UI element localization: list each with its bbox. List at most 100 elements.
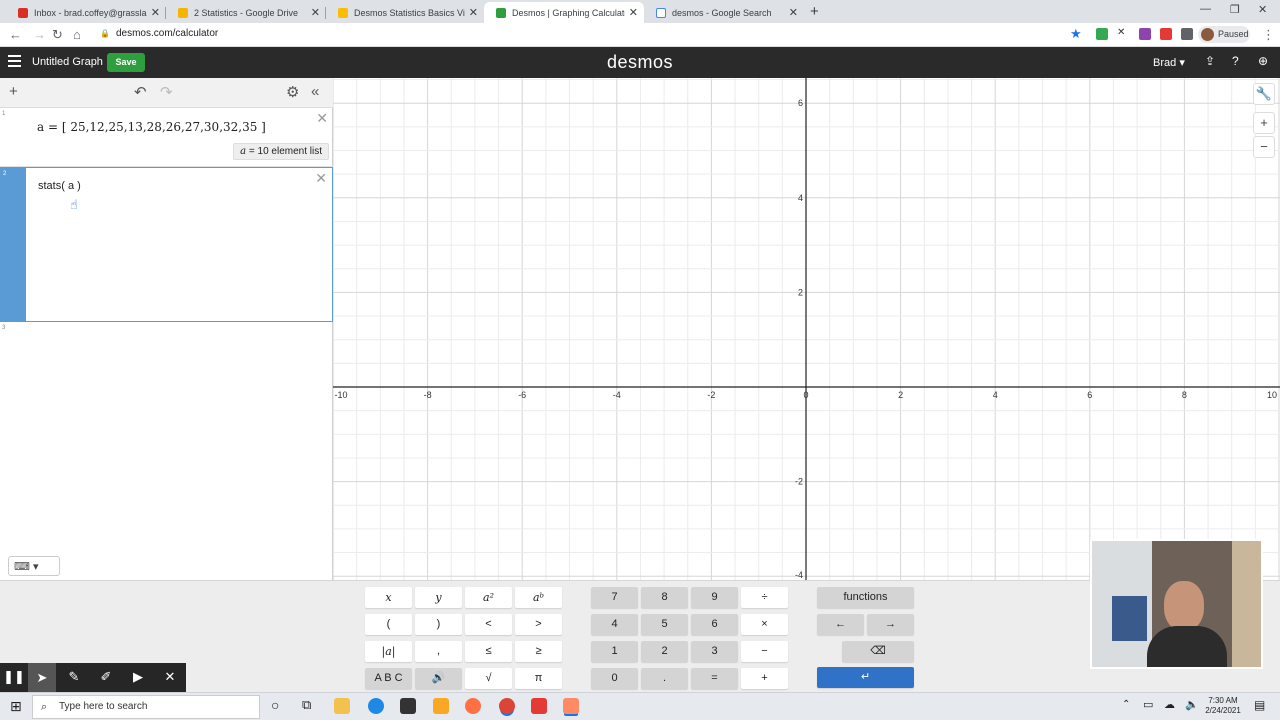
close-icon[interactable]: ✕ [311,6,320,19]
chevron-up-icon[interactable]: ⌃ [1122,699,1130,710]
keypad-key[interactable]: < [465,614,512,635]
minimize-icon[interactable]: — [1200,3,1211,15]
keypad-key[interactable]: 2 [641,641,688,662]
zoom-in-icon[interactable]: + [1253,112,1275,134]
keypad-key[interactable]: A B C [365,668,412,689]
notifications-icon[interactable]: ▤ [1254,698,1265,712]
tab-desmos[interactable]: Desmos | Graphing Calculator ✕ [484,2,644,23]
keypad-key[interactable]: × [741,614,788,635]
keyboard-toggle[interactable]: ⌨ ▾ [8,556,60,576]
pause-icon[interactable]: ❚❚ [0,669,28,685]
keypad-key[interactable]: aᵇ [515,587,562,608]
keypad-key[interactable]: √ [465,668,512,689]
edge-icon[interactable] [368,698,384,714]
keypad-key[interactable]: 9 [691,587,738,608]
back-icon[interactable]: ← [9,27,22,42]
collapse-panel-icon[interactable]: « [311,83,319,100]
close-window-icon[interactable]: ✕ [1258,3,1267,16]
functions-button[interactable]: functions [817,587,914,608]
extensions-puzzle-icon[interactable] [1181,28,1193,40]
keypad-key[interactable]: ( [365,614,412,635]
keypad-key[interactable]: 6 [691,614,738,635]
pointer-icon[interactable]: ➤ [28,663,56,692]
settings-gear-icon[interactable]: ⚙ [286,83,299,101]
keypad-key[interactable]: ≥ [515,641,562,662]
keypad-key[interactable]: 8 [641,587,688,608]
expression-row-active[interactable]: 2 stats( a ) ✕ ☝ [0,167,333,322]
screen-recorder-app-icon[interactable] [563,698,579,714]
webcam-icon[interactable]: ▶ [124,669,152,685]
keypad-key[interactable]: π [515,668,562,689]
store-icon[interactable] [400,698,416,714]
task-view-icon[interactable]: ⧉ [302,697,311,713]
redo-icon[interactable]: ↷ [160,83,173,101]
reload-icon[interactable]: ↻ [52,27,63,43]
keypad-key[interactable]: a² [465,587,512,608]
tab-google-search[interactable]: desmos - Google Search ✕ [644,2,804,23]
keypad-key[interactable]: ) [415,614,462,635]
keypad-key[interactable]: 🔊 [415,668,462,689]
restore-icon[interactable]: ❐ [1230,3,1240,16]
help-icon[interactable]: ? [1232,54,1239,68]
pen-icon[interactable]: ✎ [60,669,88,685]
expression-input[interactable]: stats( a ) [38,180,81,192]
keypad-key[interactable]: 4 [591,614,638,635]
share-icon[interactable]: ⇪ [1205,54,1215,68]
sticky-notes-icon[interactable] [433,698,449,714]
right-arrow-key[interactable]: → [867,614,914,635]
forward-icon[interactable]: → [33,27,46,42]
keypad-key[interactable]: 5 [641,614,688,635]
file-explorer-icon[interactable] [334,698,350,714]
expression-row[interactable]: 1 a = [ 25,12,25,13,28,26,27,30,32,35 ] … [0,108,333,167]
keypad-key[interactable]: ≤ [465,641,512,662]
undo-icon[interactable]: ↶ [134,83,147,101]
chrome-icon[interactable] [499,698,515,714]
graph-settings-wrench-icon[interactable]: 🔧 [1253,83,1275,105]
mute-tab-icon[interactable]: ✕ [1117,27,1129,39]
keypad-key[interactable]: y [415,587,462,608]
left-arrow-key[interactable]: ← [817,614,864,635]
keypad-key[interactable]: = [691,668,738,689]
close-icon[interactable]: ✕ [789,6,798,19]
close-icon[interactable]: ✕ [151,6,160,19]
home-icon[interactable]: ⌂ [73,27,81,42]
language-globe-icon[interactable]: ⊕ [1258,54,1268,68]
keypad-key[interactable]: + [741,668,788,689]
office-icon[interactable] [531,698,547,714]
tab-slides[interactable]: Desmos Statistics Basics Video - ✕ [326,2,484,23]
windows-start-icon[interactable]: ⊞ [10,698,22,715]
add-item-icon[interactable]: + [9,83,18,100]
new-tab-icon[interactable]: + [810,3,819,20]
delete-expression-icon[interactable]: ✕ [315,170,327,187]
extension-icon[interactable] [1160,28,1172,40]
profile-button[interactable]: Paused [1198,26,1250,43]
user-menu[interactable]: Brad ▾ [1153,56,1185,69]
backspace-key[interactable]: ⌫ [842,641,914,662]
tab-drive[interactable]: 2 Statistics - Google Drive ✕ [166,2,326,23]
browser-menu-icon[interactable]: ⋮ [1262,27,1275,43]
keypad-key[interactable]: . [641,668,688,689]
keypad-key[interactable]: 1 [591,641,638,662]
delete-expression-icon[interactable]: ✕ [316,110,328,127]
extension-icon[interactable] [1139,28,1151,40]
enter-key[interactable]: ↵ [817,667,914,688]
tab-gmail[interactable]: Inbox - brad.coffey@grasslakes... ✕ [6,2,166,23]
taskbar-search-box[interactable]: ⌕ Type here to search [32,695,260,719]
keypad-key[interactable]: |a| [365,641,412,662]
extension-icon[interactable] [1096,28,1108,40]
close-icon[interactable]: ✕ [469,6,478,19]
keypad-key[interactable]: , [415,641,462,662]
bookmark-star-icon[interactable]: ★ [1070,26,1082,42]
close-icon[interactable]: ✕ [629,6,638,19]
keypad-key[interactable]: x [365,587,412,608]
expression-row-empty[interactable]: 3 [0,322,333,340]
keypad-key[interactable]: − [741,641,788,662]
keypad-key[interactable]: 3 [691,641,738,662]
zoom-out-icon[interactable]: − [1253,136,1275,158]
keypad-key[interactable]: ÷ [741,587,788,608]
graph-paper[interactable]: -10 -8 -6 -4 -2 0 2 4 6 8 10 6 4 2 -2 -4 🔧 + − [333,78,1280,580]
network-icon[interactable]: ▭ [1143,698,1153,711]
url-field[interactable]: 🔒 desmos.com/calculator [100,28,218,39]
keypad-key[interactable]: 0 [591,668,638,689]
volume-icon[interactable]: 🔈 [1185,698,1199,711]
